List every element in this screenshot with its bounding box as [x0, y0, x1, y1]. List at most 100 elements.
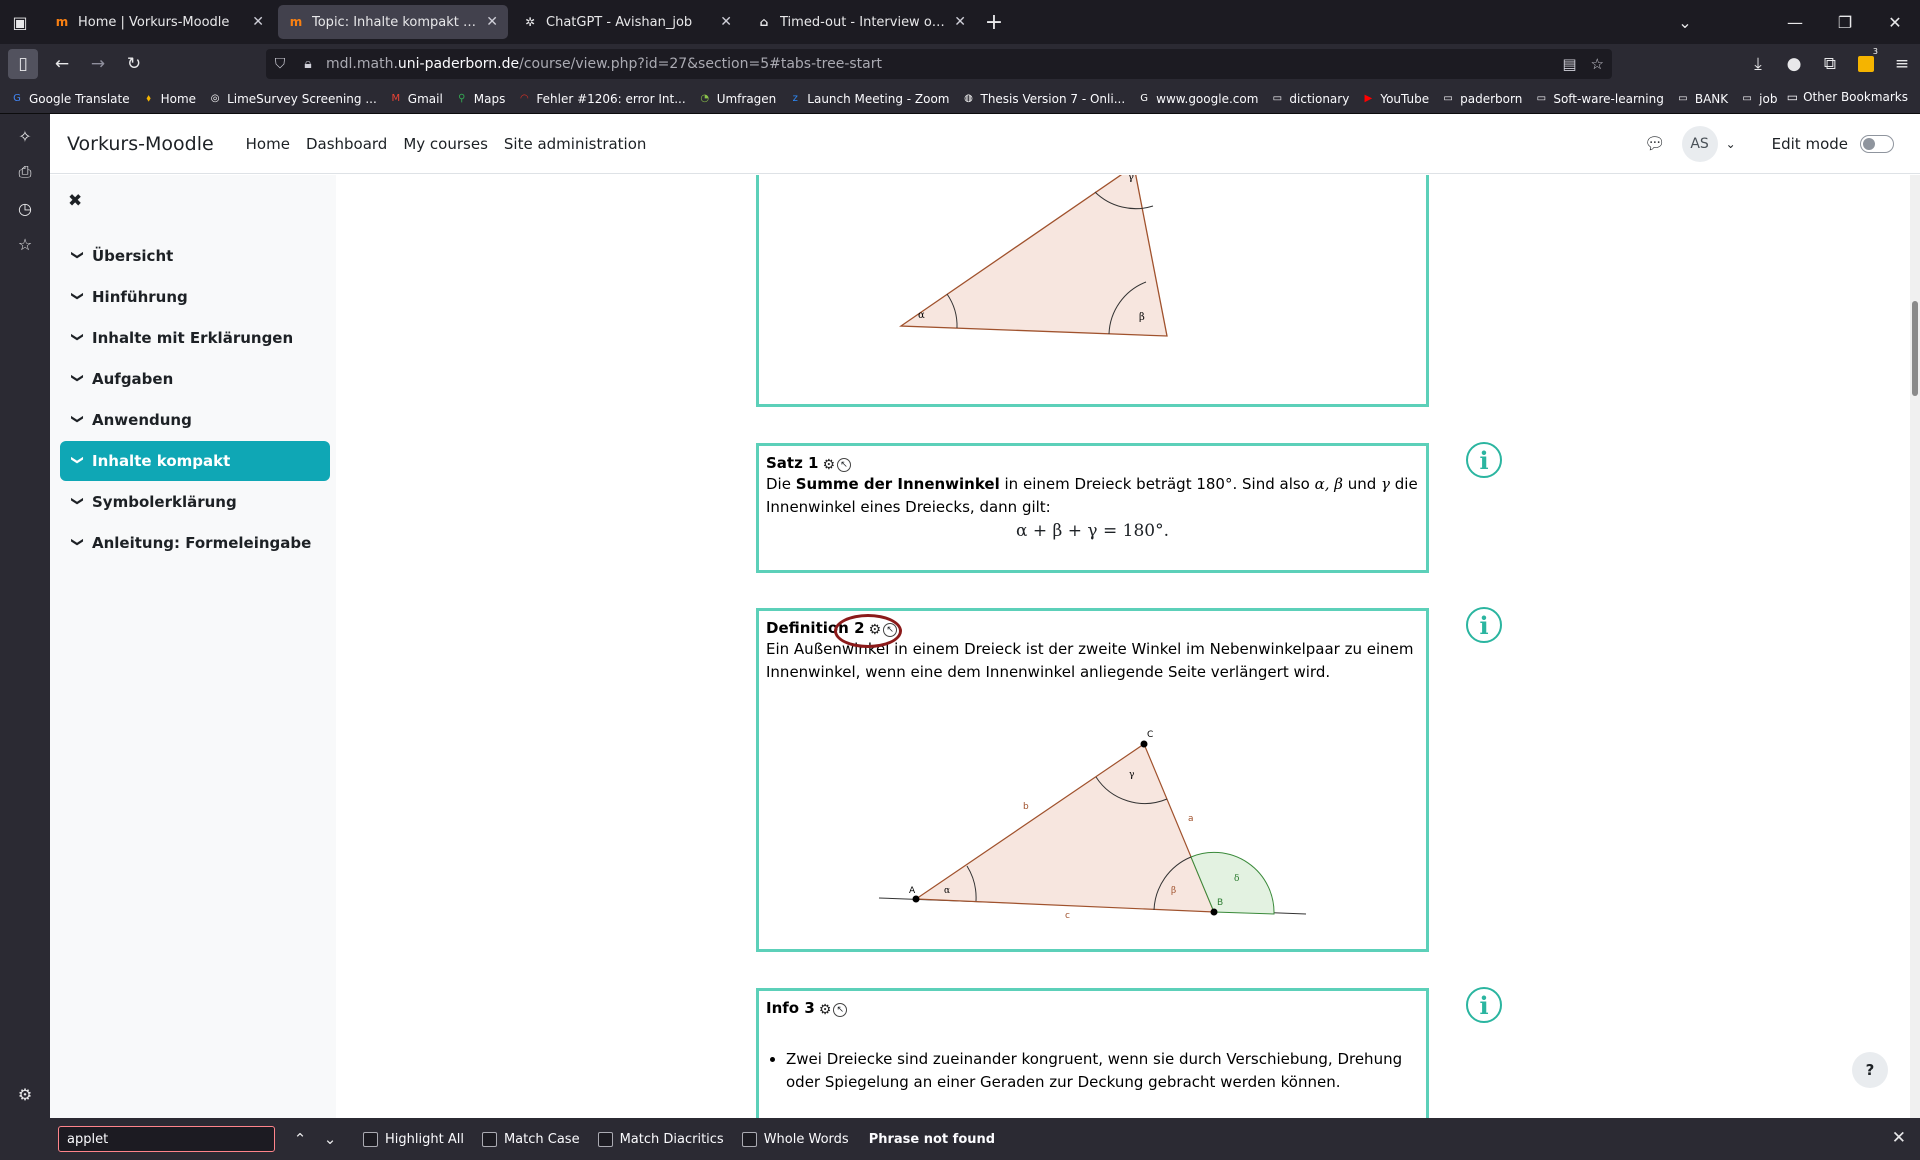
bookmark-item[interactable]: ⬧ Home [142, 92, 196, 106]
whole-words-checkbox[interactable]: Whole Words [741, 1131, 849, 1147]
ai-chatbot-icon[interactable]: ✧ [0, 118, 50, 154]
browser-tab-inhalte-kompakt[interactable]: m Topic: Inhalte kompakt | Dreieck ✕ [278, 5, 508, 39]
nav-home[interactable]: Home [246, 135, 290, 153]
bookmark-star-icon[interactable]: ☆ [1591, 55, 1604, 73]
info-info-icon[interactable]: i [1466, 987, 1502, 1023]
reader-view-icon[interactable]: ▤ [1562, 55, 1576, 73]
url-text[interactable]: mdl.math.uni-paderborn.de/course/view.ph… [326, 56, 882, 72]
close-tab-icon[interactable]: ✕ [252, 14, 264, 30]
extension-badge-icon[interactable]: 3 [1848, 44, 1884, 84]
downloads-icon[interactable]: ⤓ [1740, 44, 1776, 84]
course-index-item[interactable]: ❯ Anwendung [60, 400, 330, 440]
close-find-bar-icon[interactable]: ✕ [1892, 1128, 1906, 1148]
extensions-icon[interactable]: ⧉ [1812, 44, 1848, 84]
bookmark-item[interactable]: ▭ Soft-ware-learning [1534, 92, 1664, 106]
site-name[interactable]: Vorkurs-Moodle [67, 133, 214, 155]
match-diacritics-checkbox[interactable]: Match Diacritics [597, 1131, 724, 1147]
bookmark-item[interactable]: ▭ BANK [1676, 92, 1728, 106]
new-tab-button[interactable]: + [976, 0, 1012, 44]
close-tab-icon[interactable]: ✕ [954, 14, 966, 30]
account-icon[interactable]: ● [1776, 44, 1812, 84]
checkbox-box[interactable] [481, 1131, 497, 1147]
history-icon[interactable]: ◷ [0, 190, 50, 226]
other-bookmarks[interactable]: ▭ Other Bookmarks [1787, 90, 1908, 104]
close-tab-icon[interactable]: ✕ [720, 14, 732, 30]
bookmark-item[interactable]: G Google Translate [10, 92, 130, 106]
user-avatar[interactable]: AS [1681, 126, 1718, 162]
bookmark-item[interactable]: ▭ paderborn [1441, 92, 1522, 106]
close-drawer-icon[interactable]: ✖ [68, 191, 82, 211]
bookmark-item[interactable]: ▭ job [1740, 92, 1777, 106]
bookmark-item[interactable]: ◠ Fehler #1206: error Int... [517, 92, 686, 106]
definition-info-icon[interactable]: i [1466, 607, 1502, 643]
bookmark-item[interactable]: ▶ YouTube [1361, 92, 1429, 106]
nav-my-courses[interactable]: My courses [403, 135, 488, 153]
find-previous-icon[interactable]: ⌃ [285, 1130, 315, 1148]
checkbox-box[interactable] [741, 1131, 757, 1147]
chevron-down-icon[interactable]: ❯ [71, 332, 85, 344]
bookmark-item[interactable]: ◔ Umfragen [698, 92, 776, 106]
back-arrow-icon[interactable]: ← [44, 44, 80, 84]
shield-icon[interactable]: ⛉ [266, 56, 294, 72]
close-window-button[interactable]: ✕ [1870, 0, 1920, 44]
chevron-down-icon[interactable]: ❯ [71, 496, 85, 508]
course-index-item[interactable]: ❯ Aufgaben [60, 359, 330, 399]
sidebar-settings-gear-icon[interactable]: ⚙ [0, 1076, 50, 1112]
bookmarks-star-icon[interactable]: ☆ [0, 226, 50, 262]
bookmark-item[interactable]: M Gmail [389, 92, 442, 106]
chevron-down-icon[interactable]: ❯ [71, 373, 85, 385]
chevron-down-icon[interactable]: ❯ [71, 414, 85, 426]
synced-tabs-icon[interactable]: ⎙ [0, 154, 50, 190]
course-index-item[interactable]: ❯ Übersicht [60, 236, 330, 276]
highlight-all-checkbox[interactable]: Highlight All [363, 1131, 464, 1147]
bookmark-item[interactable]: z Launch Meeting - Zoom [788, 92, 950, 106]
find-input[interactable] [58, 1126, 275, 1152]
course-index-item[interactable]: ❯ Symbolerklärung [60, 482, 330, 522]
bookmark-item[interactable]: ▭ dictionary [1270, 92, 1350, 106]
bookmark-item[interactable]: ⚲ Maps [455, 92, 505, 106]
course-index-item[interactable]: ❯ Anleitung: Formeleingabe [60, 523, 330, 563]
match-case-checkbox[interactable]: Match Case [481, 1131, 580, 1147]
gmail-icon: M [391, 93, 401, 104]
user-menu-chevron-icon[interactable]: ⌄ [1726, 137, 1736, 151]
course-index-item[interactable]: ❯ Inhalte kompakt [60, 441, 330, 481]
find-next-icon[interactable]: ⌄ [315, 1130, 345, 1148]
sidebar-toggle-icon[interactable]: ▯ [8, 49, 38, 79]
nav-site-administration[interactable]: Site administration [504, 135, 647, 153]
lock-icon[interactable]: 🔒︎ [294, 56, 322, 72]
chevron-down-icon[interactable]: ❯ [71, 291, 85, 303]
satz-info-icon[interactable]: i [1466, 442, 1502, 478]
chevron-down-icon[interactable]: ❯ [71, 537, 85, 549]
messages-chat-icon[interactable]: 💬︎ [1644, 134, 1666, 154]
menu-hamburger-icon[interactable]: ≡ [1884, 44, 1920, 84]
course-index-item[interactable]: ❯ Hinführung [60, 277, 330, 317]
tab-list-icon[interactable]: ▣ [0, 0, 40, 44]
checkbox-box[interactable] [597, 1131, 613, 1147]
tab-overflow-chevron-icon[interactable]: ⌄ [1660, 0, 1710, 44]
chevron-down-icon[interactable]: ❯ [71, 455, 85, 467]
forward-arrow-icon[interactable]: → [80, 44, 116, 84]
course-index-item[interactable]: ❯ Inhalte mit Erklärungen [60, 318, 330, 358]
nav-dashboard[interactable]: Dashboard [306, 135, 387, 153]
checkbox-box[interactable] [363, 1131, 378, 1147]
help-button[interactable]: ? [1852, 1052, 1888, 1088]
url-bar[interactable]: ⛉ 🔒︎ mdl.math.uni-paderborn.de/course/vi… [266, 49, 1612, 79]
browser-tab-timed-out[interactable]: ⌂ Timed-out - Interview on Passw ✕ [746, 5, 976, 39]
chevron-down-icon[interactable]: ❯ [71, 250, 85, 262]
close-tab-icon[interactable]: ✕ [486, 14, 498, 30]
applet-gear-icon[interactable]: ⚙ [819, 1002, 832, 1018]
bookmark-item[interactable]: ◎ LimeSurvey Screening ... [208, 92, 377, 106]
page-scrollbar[interactable] [1910, 175, 1920, 1118]
browser-tab-chatgpt[interactable]: ✲ ChatGPT - Avishan_job ✕ [512, 5, 742, 39]
restore-window-button[interactable]: ❐ [1820, 0, 1870, 44]
applet-gear-icon[interactable]: ⚙ [823, 457, 836, 473]
minimize-window-button[interactable]: — [1770, 0, 1820, 44]
edit-mode-toggle[interactable] [1860, 135, 1894, 153]
cursor-icon[interactable]: ↖ [833, 1002, 848, 1017]
bookmark-item[interactable]: ◍ Thesis Version 7 - Onli... [961, 92, 1125, 106]
browser-tab-home[interactable]: m Home | Vorkurs-Moodle ✕ [44, 5, 274, 39]
scrollbar-thumb[interactable] [1912, 301, 1918, 396]
cursor-icon[interactable]: ↖ [837, 457, 852, 472]
bookmark-item[interactable]: Gwww.google.com [1137, 92, 1258, 106]
reload-icon[interactable]: ↻ [116, 44, 152, 84]
